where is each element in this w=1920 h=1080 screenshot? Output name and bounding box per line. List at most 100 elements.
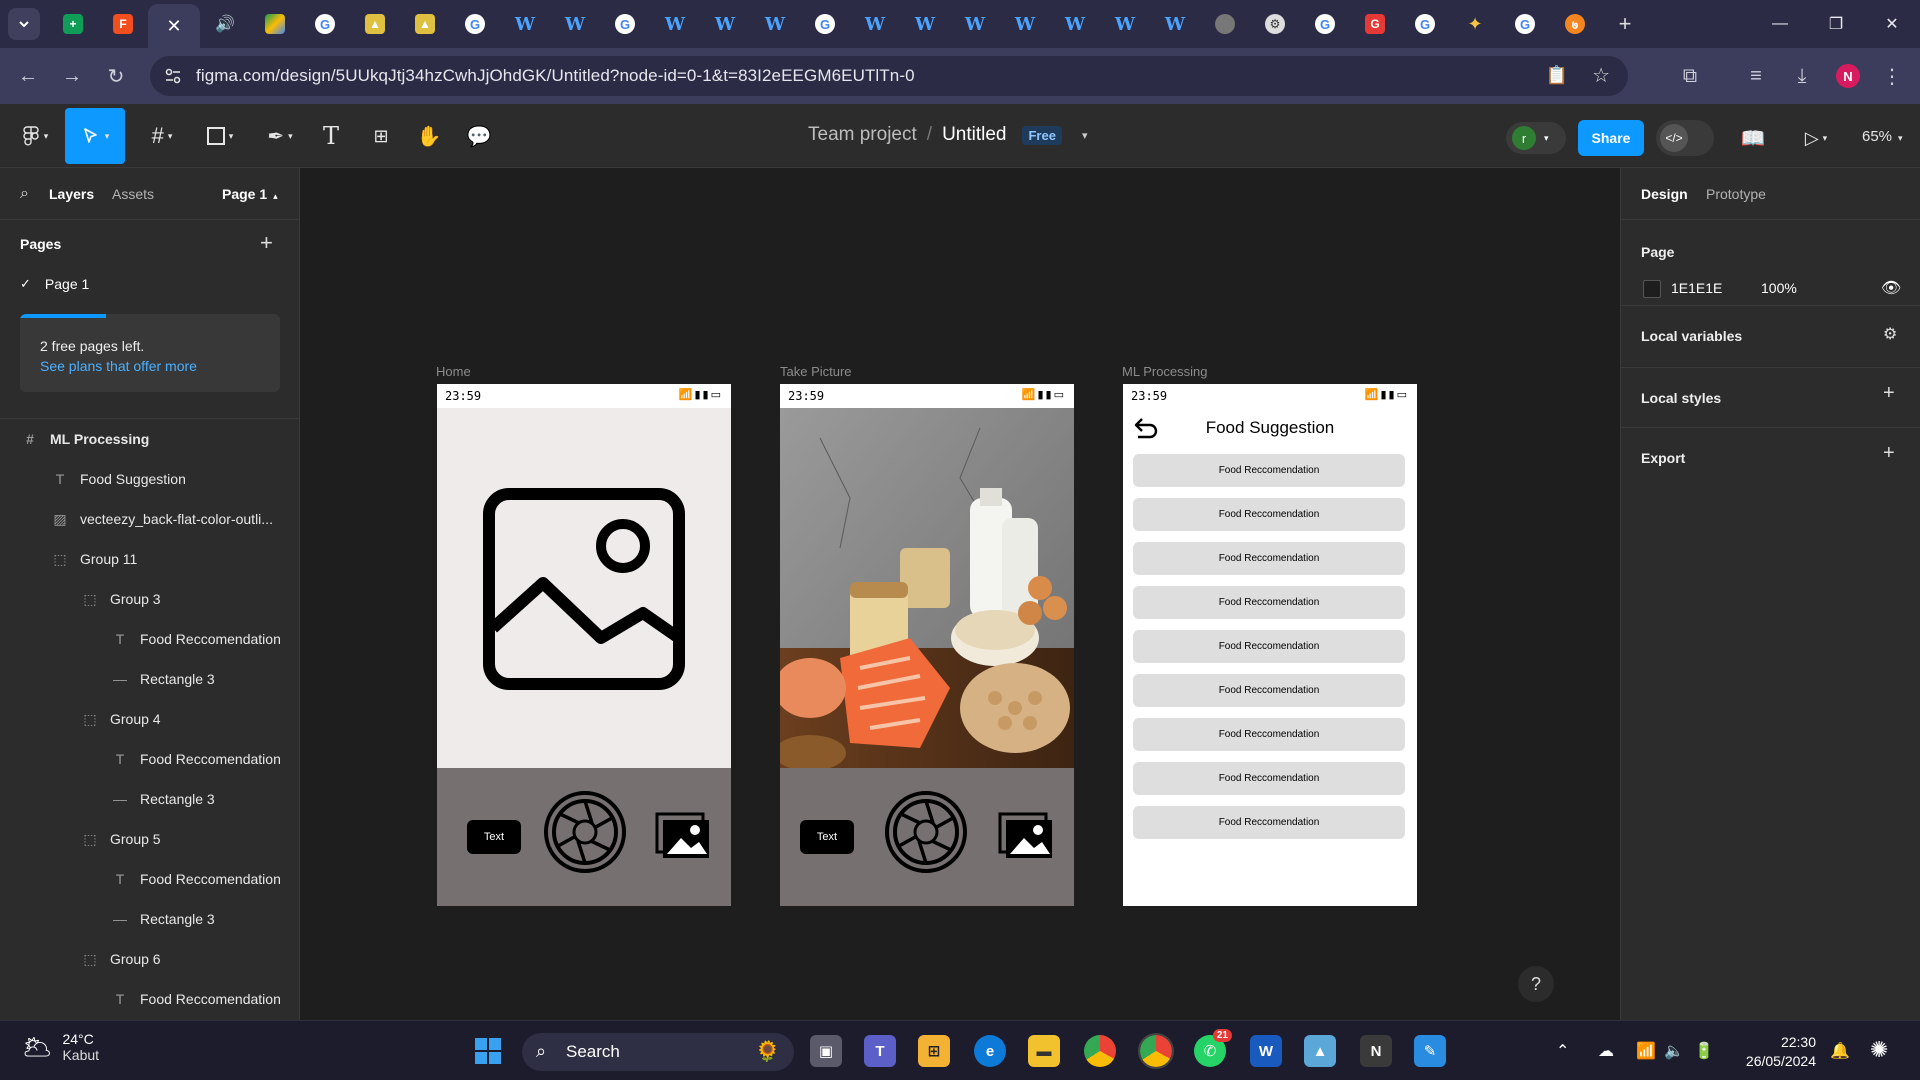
tab-google-1[interactable]: G [300, 0, 350, 48]
layer-item[interactable]: ⬚ Group 11 [0, 539, 299, 579]
layer-item[interactable]: — Rectangle 3 [0, 899, 299, 939]
dev-mode-toggle[interactable]: </> [1656, 120, 1714, 156]
browser-menu-button[interactable]: ⋮ [1870, 54, 1914, 98]
new-tab-button[interactable]: + [1600, 0, 1650, 48]
minimize-button[interactable]: — [1752, 0, 1808, 48]
layer-item[interactable]: T Food Reccomendation [0, 619, 299, 659]
shape-tool[interactable]: ▾ [198, 116, 242, 156]
close-window-button[interactable]: ✕ [1864, 0, 1920, 48]
comment-tool[interactable]: 💬 [464, 116, 494, 156]
frame-label-home[interactable]: Home [436, 364, 471, 379]
tab-image-2[interactable]: ▲ [400, 0, 450, 48]
tab-w-4[interactable]: W [700, 0, 750, 48]
tab-orange[interactable]: ७ [1550, 0, 1600, 48]
teams-icon[interactable]: T [864, 1035, 896, 1067]
tab-w-11[interactable]: W [1100, 0, 1150, 48]
food-recommendation-item[interactable]: Food Reccomendation [1133, 718, 1405, 751]
food-recommendation-item[interactable]: Food Reccomendation [1133, 674, 1405, 707]
media-button[interactable]: ≡ [1734, 54, 1778, 98]
layer-item[interactable]: T Food Reccomendation [0, 859, 299, 899]
file-name[interactable]: Untitled [942, 124, 1006, 146]
page-selector[interactable]: Page 1 ▴ [222, 186, 278, 202]
resources-tool[interactable]: ⊞ [366, 116, 396, 156]
tab-google-4[interactable]: G [800, 0, 850, 48]
back-button[interactable]: ← [6, 54, 50, 98]
weather-widget[interactable]: 🌥 24°C Kabut [22, 1031, 99, 1063]
whatsapp-icon[interactable]: ✆ 21 [1194, 1029, 1232, 1067]
gallery-icon[interactable] [998, 812, 1054, 860]
tab-w-8[interactable]: W [950, 0, 1000, 48]
edge-icon[interactable]: e [974, 1035, 1006, 1067]
tab-sheets[interactable]: + [48, 0, 98, 48]
tab-assets[interactable]: Assets [112, 186, 154, 202]
extensions-button[interactable]: ⧉ [1668, 54, 1712, 98]
photos-icon[interactable]: ▲ [1304, 1035, 1336, 1067]
start-button[interactable] [472, 1035, 504, 1067]
restore-button[interactable]: ❐ [1808, 0, 1864, 48]
tab-layers[interactable]: Layers [49, 186, 94, 202]
food-recommendation-item[interactable]: Food Reccomendation [1133, 498, 1405, 531]
reload-button[interactable]: ↻ [94, 54, 138, 98]
chevron-up-icon[interactable]: ⌃ [1556, 1041, 1569, 1061]
food-recommendation-item[interactable]: Food Reccomendation [1133, 762, 1405, 795]
address-bar[interactable]: figma.com/design/5UUkqJtj34hzCwhJjOhdGK/… [150, 56, 1628, 96]
tab-drive[interactable] [250, 0, 300, 48]
tab-w-9[interactable]: W [1000, 0, 1050, 48]
text-button[interactable]: Text [800, 820, 854, 854]
profile-avatar[interactable]: N [1836, 64, 1860, 88]
frame-take-picture[interactable]: 23:59 📶▮▮▭ Text [780, 384, 1074, 906]
layer-item[interactable]: T Food Reccomendation [0, 979, 299, 1019]
taskbar-search[interactable]: ⌕ Search 🌻 [522, 1033, 794, 1071]
tab-prototype[interactable]: Prototype [1706, 186, 1766, 202]
present-button[interactable]: ▷ ▾ [1796, 118, 1836, 158]
gallery-icon[interactable] [655, 812, 711, 860]
plus-icon[interactable]: + [1883, 442, 1895, 465]
food-recommendation-item[interactable]: Food Reccomendation [1133, 806, 1405, 839]
team-name[interactable]: Team project [808, 124, 917, 146]
file-explorer-icon[interactable]: ▬ [1028, 1035, 1060, 1067]
tab-w-12[interactable]: W [1150, 0, 1200, 48]
text-button[interactable]: Text [467, 820, 521, 854]
multiplayer-avatars[interactable]: r ▾ [1506, 122, 1566, 154]
page-item[interactable]: ✓ Page 1 [20, 276, 89, 292]
plus-icon[interactable]: + [1883, 382, 1895, 405]
tab-audio[interactable]: 🔊 [200, 0, 250, 48]
tab-image-1[interactable]: ▲ [350, 0, 400, 48]
tab-w-6[interactable]: W [850, 0, 900, 48]
pen-tool[interactable]: ✒ ▾ [258, 116, 302, 156]
layer-item[interactable]: ⬚ Group 4 [0, 699, 299, 739]
volume-icon[interactable]: 🔈 [1664, 1041, 1684, 1061]
onedrive-icon[interactable]: ☁ [1598, 1041, 1614, 1061]
move-tool[interactable]: ▾ [65, 108, 125, 164]
tab-w-10[interactable]: W [1050, 0, 1100, 48]
shutter-icon[interactable] [884, 790, 968, 874]
page-color-swatch[interactable] [1643, 280, 1661, 298]
tab-active-close[interactable]: ✕ [148, 4, 200, 48]
tab-w-3[interactable]: W [650, 0, 700, 48]
page-opacity[interactable]: 100% [1761, 280, 1797, 296]
tab-google-5[interactable]: G [1300, 0, 1350, 48]
food-recommendation-item[interactable]: Food Reccomendation [1133, 630, 1405, 663]
chrome-icon[interactable] [1084, 1035, 1116, 1067]
bookmark-star-icon[interactable]: ☆ [1592, 63, 1610, 88]
food-recommendation-item[interactable]: Food Reccomendation [1133, 542, 1405, 575]
layer-item[interactable]: ⬚ Group 6 [0, 939, 299, 979]
page-color-hex[interactable]: 1E1E1E [1671, 280, 1722, 296]
sliders-icon[interactable]: ⚙ [1883, 324, 1897, 344]
layer-item[interactable]: ▨ vecteezy_back-flat-color-outli... [0, 499, 299, 539]
layer-item[interactable]: T Food Reccomendation [0, 739, 299, 779]
tab-gemini[interactable]: ✦ [1450, 0, 1500, 48]
tab-google-6[interactable]: G [1400, 0, 1450, 48]
food-recommendation-item[interactable]: Food Reccomendation [1133, 454, 1405, 487]
forward-button[interactable]: → [50, 54, 94, 98]
frame-label-take-picture[interactable]: Take Picture [780, 364, 852, 379]
tab-google-3[interactable]: G [600, 0, 650, 48]
layer-item[interactable]: T Food Suggestion [0, 459, 299, 499]
search-icon[interactable]: ⌕ [20, 185, 29, 203]
copilot-icon[interactable]: ✺ [1870, 1037, 1888, 1063]
see-plans-link[interactable]: See plans that offer more [40, 358, 197, 374]
food-recommendation-item[interactable]: Food Reccomendation [1133, 586, 1405, 619]
layer-item[interactable]: # ML Processing [0, 419, 299, 459]
task-view-icon[interactable]: ▣ [810, 1035, 842, 1067]
main-menu-button[interactable]: ▾ [14, 116, 54, 156]
